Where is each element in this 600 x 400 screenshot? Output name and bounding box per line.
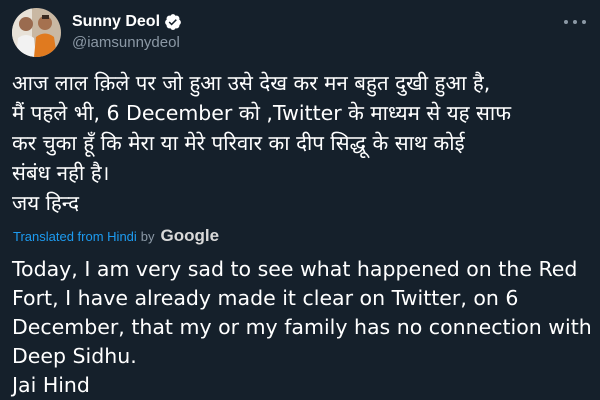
more-dot [573,20,577,24]
tweet-translated-text: Today, I am very sad to see what happene… [12,257,592,397]
more-options-icon[interactable] [564,14,586,30]
verified-badge-icon [164,13,182,31]
translation-attribution: Translated from Hindi by Google [13,226,219,246]
name-row: Sunny Deol [72,12,182,32]
more-dot [564,20,568,24]
tweet-header: Sunny Deol @iamsunnydeol [12,8,182,57]
display-name[interactable]: Sunny Deol [72,12,160,32]
user-names: Sunny Deol @iamsunnydeol [72,12,182,53]
google-logo: Google [160,226,220,245]
translated-from-link[interactable]: Translated from Hindi [13,229,137,244]
user-handle[interactable]: @iamsunnydeol [72,33,182,53]
avatar[interactable] [12,8,61,57]
more-dot [582,20,586,24]
translated-by-label: by [140,228,155,244]
tweet-original-text: आज लाल क़िले पर जो हुआ उसे देख कर मन बहु… [12,71,512,215]
avatar-photo-icon [12,8,61,57]
tweet-card: Sunny Deol @iamsunnydeol आज लाल क़िले पर… [0,0,600,400]
